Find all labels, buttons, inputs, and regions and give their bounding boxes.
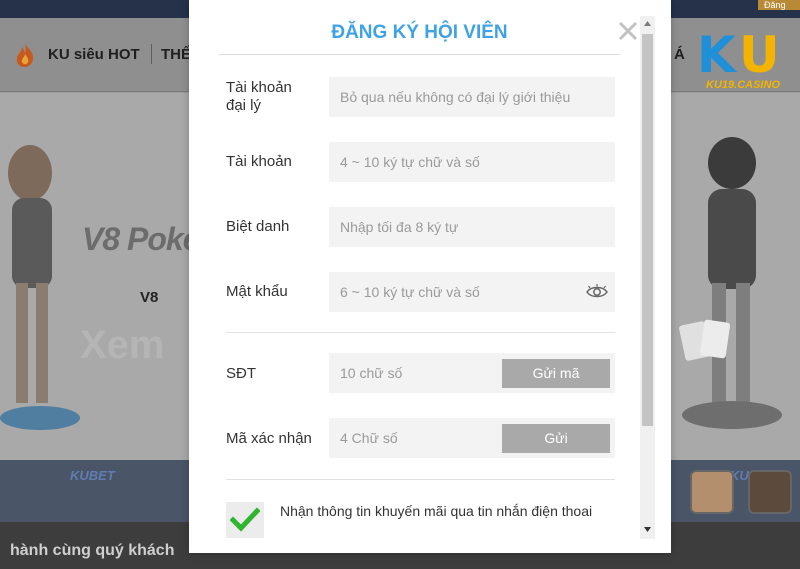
agent-account-label: Tài khoản đại lý (226, 79, 292, 114)
nickname-input[interactable] (329, 207, 615, 247)
avatar[interactable] (748, 470, 792, 514)
password-input[interactable] (329, 272, 615, 312)
bottom-banner-text: hành cùng quý khách (10, 542, 175, 559)
hero-girl-left-image (0, 145, 80, 430)
nav-item-ku-hot[interactable]: KU siêu HOT (48, 46, 140, 63)
modal-title: ĐĂNG KÝ HỘI VIÊN (331, 22, 508, 43)
top-bar-button[interactable]: Đăng (758, 0, 800, 10)
registration-modal: ĐĂNG KÝ HỘI VIÊN Tài khoản đại lý Tài kh… (189, 0, 671, 553)
title-divider (219, 54, 620, 55)
nav-item-right-1[interactable]: Á (674, 46, 685, 63)
logo-k: K (697, 26, 736, 84)
section-divider (226, 332, 615, 333)
nav-item-sports[interactable]: THỂ (161, 46, 191, 63)
phone-label: SĐT (226, 365, 256, 382)
avatar[interactable] (690, 470, 734, 514)
scroll-down-icon[interactable] (640, 523, 655, 535)
hero-label: V8 (140, 289, 159, 306)
send-code-button[interactable]: Gửi mã (502, 359, 610, 388)
hero-girl-right-image (679, 137, 782, 429)
ku-logo[interactable]: K U KU19.CASINO (697, 30, 789, 92)
nickname-label: Biệt danh (226, 218, 290, 235)
password-label: Mật khẩu (226, 283, 288, 300)
account-input[interactable] (329, 142, 615, 182)
account-label: Tài khoản (226, 153, 292, 170)
nav-separator (151, 44, 152, 64)
send-button[interactable]: Gửi (502, 424, 610, 453)
modal-scrollbar[interactable] (640, 16, 655, 539)
close-icon (618, 21, 638, 41)
section-divider (226, 479, 615, 480)
strip-brand-1: KUBET (70, 468, 115, 483)
hero-ghost-text: Xem (80, 323, 165, 367)
promo-checkbox[interactable] (226, 502, 264, 538)
logo-u: U (739, 26, 780, 84)
checkmark-icon (230, 507, 260, 532)
scroll-thumb[interactable] (642, 34, 653, 426)
promo-checkbox-label[interactable]: Nhận thông tin khuyến mãi qua tin nhắn đ… (280, 502, 600, 521)
logo-subtitle: KU19.CASINO (706, 79, 780, 91)
agent-account-input[interactable] (329, 77, 615, 117)
verification-code-label: Mã xác nhận (226, 430, 312, 447)
eye-icon[interactable] (586, 283, 608, 301)
close-button[interactable] (617, 20, 639, 42)
scroll-up-icon[interactable] (640, 18, 655, 30)
fire-icon (16, 43, 34, 67)
